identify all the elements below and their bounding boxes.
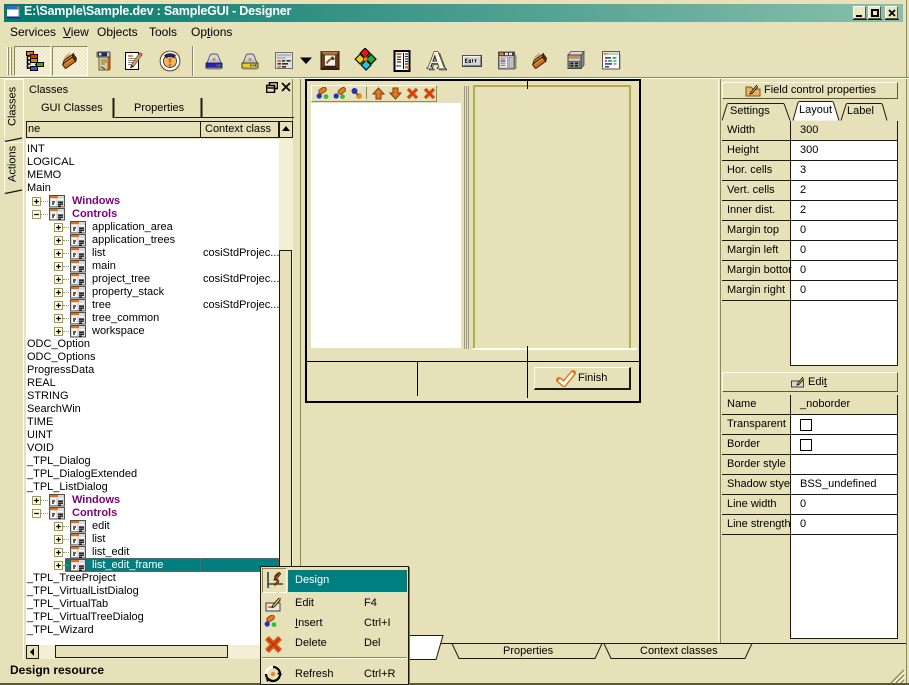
svg-text:A: A xyxy=(427,48,445,74)
